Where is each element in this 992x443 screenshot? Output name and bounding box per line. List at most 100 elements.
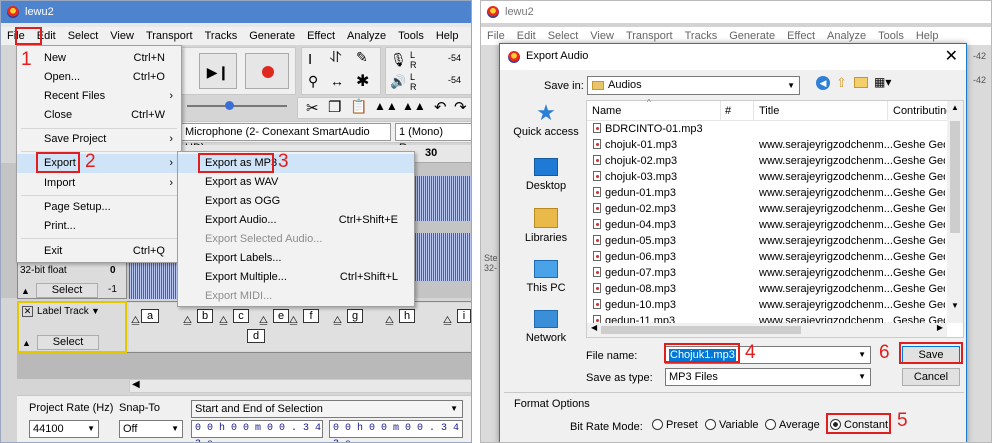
scroll-up-icon[interactable]: ▲ [951,103,959,112]
selection-mode-select[interactable]: Start and End of Selection ▼ [191,400,463,418]
menu-edit[interactable]: Edit [511,30,542,42]
file-row[interactable]: gedun-06.mp3 www.serajeyrigzodchenm... Ges… [593,249,945,265]
scroll-down-icon[interactable]: ▼ [951,301,959,310]
menu-tools[interactable]: Tools [872,30,910,42]
zoom-tool-icon[interactable]: ⚲ [308,73,318,90]
file-new[interactable]: New Ctrl+N [17,49,181,68]
view-menu-icon[interactable]: ▦▾ [874,75,891,89]
menu-help[interactable]: Help [910,30,945,42]
project-rate-select[interactable]: 44100 ▼ [29,420,99,438]
menu-file[interactable]: File [1,30,31,42]
file-row[interactable]: gedun-11.mp3 www.serajeyrigzodchenm... Ges… [593,313,945,323]
trim-icon[interactable]: ▲▲ [374,99,398,113]
selection-start-time[interactable]: 0 0 h 0 0 m 0 0 . 3 4 3 s [191,420,323,442]
label-track-select-button[interactable]: Select [37,335,99,350]
menu-analyze[interactable]: Analyze [821,30,872,42]
timeshift-tool-icon[interactable]: ↔ [330,73,344,89]
file-row[interactable]: gedun-10.mp3 www.serajeyrigzodchenm... Ges… [593,297,945,313]
file-row[interactable]: BDRCINTO-01.mp3 [593,121,945,137]
file-recent[interactable]: Recent Files › [17,87,181,106]
menu-generate[interactable]: Generate [723,30,781,42]
paste-icon[interactable]: 📋 [350,98,367,115]
menu-transport[interactable]: Transport [620,30,679,42]
scroll-left-icon[interactable]: ◀ [132,379,140,390]
menu-file[interactable]: File [481,30,511,42]
file-list-hscroll[interactable]: ◀ ▶ [587,323,947,337]
cancel-button[interactable]: Cancel [902,368,960,386]
file-import[interactable]: Import › [17,174,181,193]
new-folder-icon[interactable] [854,77,868,88]
file-row[interactable]: gedun-04.mp3 www.serajeyrigzodchenm... Ges… [593,217,945,233]
snap-to-select[interactable]: Off ▼ [119,420,183,438]
radio-average[interactable]: Average [765,419,820,431]
menu-select[interactable]: Select [62,30,105,42]
menu-analyze[interactable]: Analyze [341,30,392,42]
menu-view[interactable]: View [584,30,620,42]
playback-speed-slider[interactable] [187,101,287,110]
envelope-tool-icon[interactable]: ⥯ [330,49,341,66]
save-button[interactable]: Save [902,346,960,364]
microphone-icon[interactable]: 🎙 [390,52,407,68]
place-desktop[interactable]: Desktop [508,156,584,200]
selection-end-time[interactable]: 0 0 h 0 0 m 0 0 . 3 4 3 s [329,420,463,442]
dialog-close-icon[interactable]: ✕ [945,46,958,66]
cut-icon[interactable]: ✂ [306,99,319,117]
file-row[interactable]: gedun-05.mp3 www.serajeyrigzodchenm... Ges… [593,233,945,249]
file-open[interactable]: Open... Ctrl+O [17,68,181,87]
file-row[interactable]: chojuk-01.mp3 www.serajeyrigzodchenm... Ge… [593,137,945,153]
menu-tools[interactable]: Tools [392,30,430,42]
col-title[interactable]: Title [759,105,779,117]
menu-effect[interactable]: Effect [781,30,821,42]
back-icon[interactable]: ◀ [816,76,830,90]
copy-icon[interactable]: ❐ [328,98,341,116]
close-track-icon[interactable]: ✕ [22,306,33,317]
record-button[interactable] [245,53,289,89]
collapse-icon[interactable]: ▲ [22,338,31,348]
menu-edit[interactable]: Edit [31,30,62,42]
menu-view[interactable]: View [104,30,140,42]
file-page-setup[interactable]: Page Setup... [17,198,181,217]
waveform-top[interactable] [415,176,471,221]
file-row[interactable]: chojuk-02.mp3 www.serajeyrigzodchenm... Ge… [593,153,945,169]
export-multiple[interactable]: Export Multiple... Ctrl+Shift+L [178,268,414,287]
vertical-scrollbar[interactable]: ▲ ▼ [947,101,963,323]
label-track-name[interactable]: Label Track [37,306,89,317]
export-as-mp3[interactable]: Export as MP3 [178,154,414,173]
menu-generate[interactable]: Generate [243,30,301,42]
track-menu-arrow-icon[interactable]: ▼ [91,306,100,316]
file-row[interactable]: chojuk-03.mp3 www.serajeyrigzodchenm... Ge… [593,169,945,185]
speaker-icon[interactable]: 🔊 [390,74,406,90]
collapse-icon[interactable]: ▲ [21,286,30,296]
track-select-button[interactable]: Select [36,283,98,298]
export-audio[interactable]: Export Audio... Ctrl+Shift+E [178,211,414,230]
file-row[interactable]: gedun-07.mp3 www.serajeyrigzodchenm... Ges… [593,265,945,281]
label-d[interactable]: d [247,329,265,343]
redo-icon[interactable]: ↷ [454,98,467,116]
radio-constant[interactable]: Constant [830,419,888,431]
undo-icon[interactable]: ↶ [434,98,447,116]
export-labels[interactable]: Export Labels... [178,249,414,268]
save-in-select[interactable]: Audios ▼ [587,76,800,95]
file-row[interactable]: gedun-02.mp3 www.serajeyrigzodchenm... Ges… [593,201,945,217]
col-number[interactable]: # [725,105,731,117]
scroll-thumb[interactable] [950,121,960,233]
file-row[interactable]: gedun-01.mp3 www.serajeyrigzodchenm... Ges… [593,185,945,201]
file-exit[interactable]: Exit Ctrl+Q [17,242,181,261]
up-folder-icon[interactable]: ⇧ [836,75,847,91]
menu-effect[interactable]: Effect [301,30,341,42]
save-as-type-select[interactable]: MP3 Files ▼ [665,368,871,386]
menu-tracks[interactable]: Tracks [199,30,244,42]
selection-tool-icon[interactable]: I [308,51,312,68]
menu-transport[interactable]: Transport [140,30,199,42]
menu-tracks[interactable]: Tracks [679,30,724,42]
radio-preset[interactable]: Preset [652,419,698,431]
place-network[interactable]: Network [508,308,584,352]
recording-device-select[interactable]: Microphone (2- Conexant SmartAudio HD) [181,123,391,154]
file-print[interactable]: Print... [17,217,181,236]
place-quick-access[interactable]: ★ Quick access [508,100,584,148]
waveform-left[interactable] [129,263,179,299]
file-save-project[interactable]: Save Project › [17,130,181,149]
file-name-input[interactable]: Chojuk1.mp3 ▼ [665,346,871,364]
skip-end-button[interactable]: ▶❙ [199,53,237,89]
silence-icon[interactable]: ▲▲ [402,99,426,113]
